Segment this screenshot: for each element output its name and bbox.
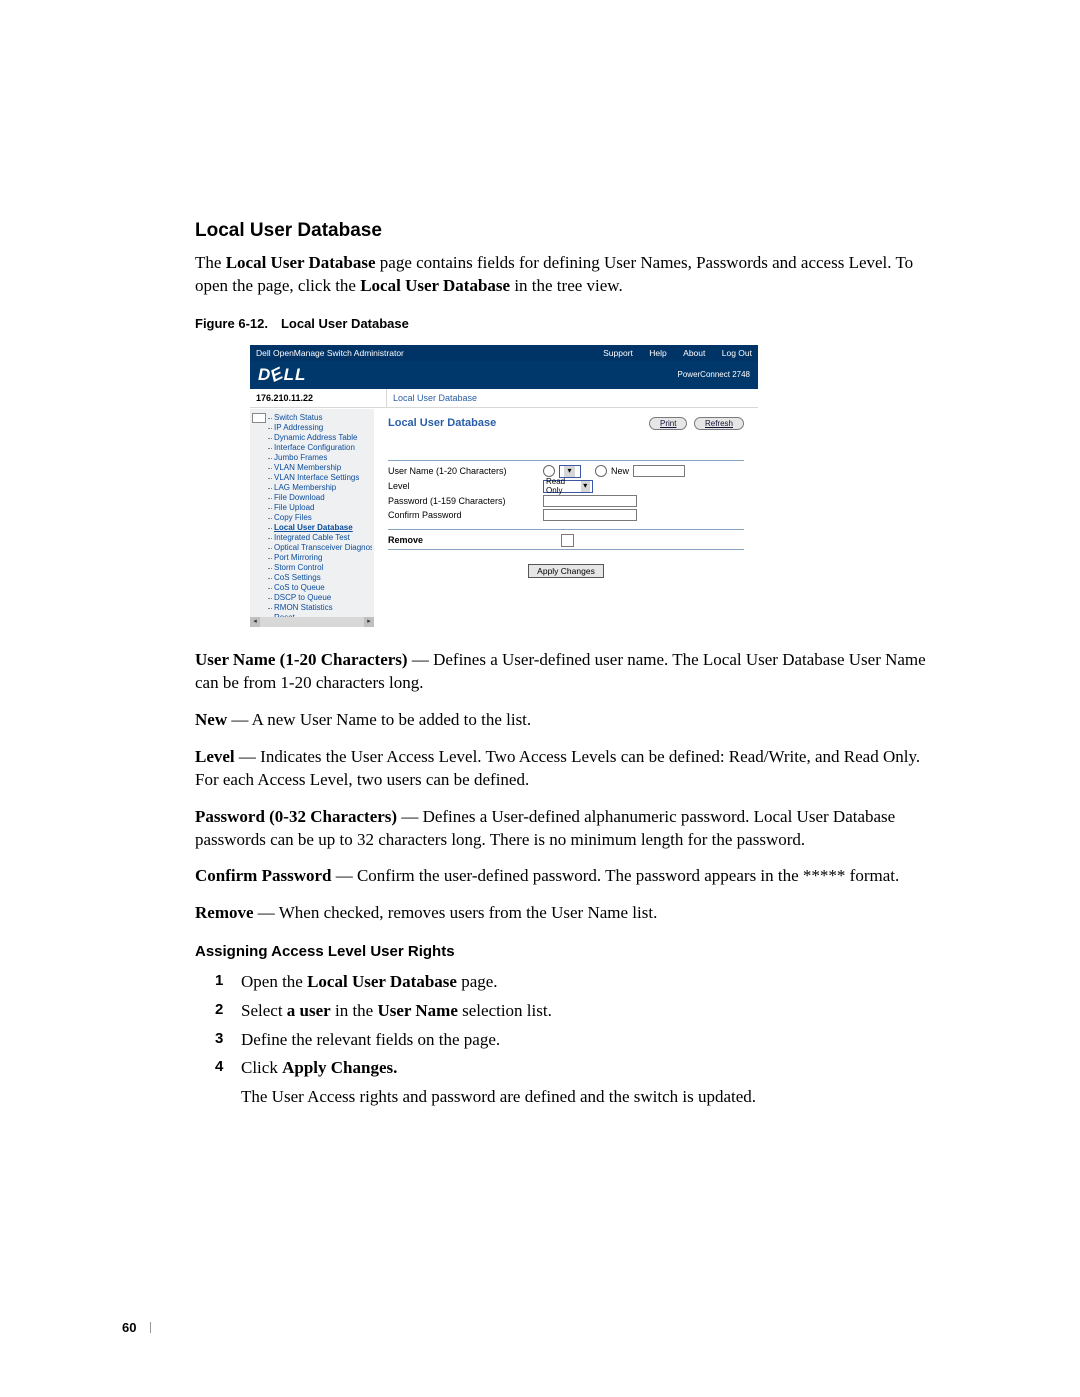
procedure-heading: Assigning Access Level User Rights: [195, 943, 940, 960]
dell-logo: DELL: [258, 365, 306, 385]
step-item: Select a user in the User Name selection…: [215, 999, 940, 1024]
field-definition: New — A new User Name to be added to the…: [195, 709, 940, 732]
tree-item[interactable]: RMON Statistics: [268, 603, 372, 613]
print-button[interactable]: Print: [649, 417, 687, 430]
section-heading: Local User Database: [195, 220, 940, 242]
tree-item[interactable]: Jumbo Frames: [268, 453, 372, 463]
confirm-password-label: Confirm Password: [388, 510, 543, 520]
step-item: Define the relevant fields on the page.: [215, 1028, 940, 1053]
tree-item[interactable]: CoS to Queue: [268, 583, 372, 593]
step-item: Click Apply Changes.: [215, 1056, 940, 1081]
tree-item[interactable]: IP Addressing: [268, 423, 372, 433]
procedure-result: The User Access rights and password are …: [241, 1087, 940, 1107]
password-input[interactable]: [543, 495, 637, 507]
username-select[interactable]: ▾: [559, 465, 581, 478]
link-support[interactable]: Support: [603, 348, 633, 358]
embedded-screenshot: Dell OpenManage Switch Administrator Sup…: [250, 345, 758, 627]
app-titlebar: Dell OpenManage Switch Administrator Sup…: [250, 345, 758, 361]
link-about[interactable]: About: [683, 348, 705, 358]
refresh-button[interactable]: Refresh: [694, 417, 744, 430]
breadcrumb: Local User Database: [387, 389, 483, 407]
username-new-input[interactable]: [633, 465, 685, 477]
tree-item[interactable]: Integrated Cable Test: [268, 533, 372, 543]
apply-changes-button[interactable]: Apply Changes: [528, 564, 604, 578]
step-item: Open the Local User Database page.: [215, 970, 940, 995]
link-logout[interactable]: Log Out: [722, 348, 752, 358]
nav-tree[interactable]: Switch StatusIP AddressingDynamic Addres…: [250, 409, 374, 627]
figure-caption: Figure 6-12. Local User Database: [195, 316, 940, 331]
password-label: Password (1-159 Characters): [388, 496, 543, 506]
username-label: User Name (1-20 Characters): [388, 466, 543, 476]
procedure-steps: Open the Local User Database page. Select…: [215, 970, 940, 1081]
tree-item[interactable]: VLAN Membership: [268, 463, 372, 473]
tree-item[interactable]: Storm Control: [268, 563, 372, 573]
tree-item[interactable]: Port Mirroring: [268, 553, 372, 563]
device-ip: 176.210.11.22: [250, 389, 387, 407]
intro-paragraph: The Local User Database page contains fi…: [195, 252, 940, 298]
tree-item[interactable]: Local User Database: [268, 523, 372, 533]
app-title: Dell OpenManage Switch Administrator: [256, 348, 404, 358]
tree-item[interactable]: VLAN Interface Settings: [268, 473, 372, 483]
brand-bar: DELL PowerConnect 2748: [250, 361, 758, 389]
new-label: New: [611, 466, 629, 476]
page-footer: 60: [122, 1320, 157, 1335]
tree-item[interactable]: File Upload: [268, 503, 372, 513]
document-page: Local User Database The Local User Datab…: [0, 0, 1080, 1397]
tree-item[interactable]: Switch Status: [268, 413, 372, 423]
model-label: PowerConnect 2748: [678, 370, 751, 379]
tree-root-icon: [252, 413, 266, 423]
field-definition: Level — Indicates the User Access Level.…: [195, 746, 940, 792]
page-number: 60: [122, 1320, 136, 1335]
tree-scrollbar[interactable]: ◂▸: [250, 617, 374, 627]
tree-item[interactable]: Optical Transceiver Diagnostics: [268, 543, 372, 553]
username-new-radio[interactable]: [595, 465, 607, 477]
link-help[interactable]: Help: [649, 348, 666, 358]
breadcrumb-row: 176.210.11.22 Local User Database: [250, 389, 758, 408]
tree-item[interactable]: File Download: [268, 493, 372, 503]
field-definition: User Name (1-20 Characters) — Defines a …: [195, 649, 940, 695]
field-definition: Confirm Password — Confirm the user-defi…: [195, 865, 940, 888]
content-title: Local User Database: [388, 417, 496, 429]
tree-item[interactable]: LAG Membership: [268, 483, 372, 493]
username-existing-radio[interactable]: [543, 465, 555, 477]
tree-item[interactable]: Dynamic Address Table: [268, 433, 372, 443]
content-pane: Local User Database Print Refresh User N…: [374, 409, 758, 627]
level-label: Level: [388, 481, 543, 491]
remove-checkbox[interactable]: [561, 534, 574, 547]
remove-label: Remove: [388, 535, 543, 545]
confirm-password-input[interactable]: [543, 509, 637, 521]
field-definition: Remove — When checked, removes users fro…: [195, 902, 940, 925]
header-links: Support Help About Log Out: [589, 348, 752, 358]
level-select[interactable]: Read Only ▾: [543, 480, 593, 493]
tree-item[interactable]: Copy Files: [268, 513, 372, 523]
tree-item[interactable]: CoS Settings: [268, 573, 372, 583]
field-definition: Password (0-32 Characters) — Defines a U…: [195, 806, 940, 852]
tree-item[interactable]: Interface Configuration: [268, 443, 372, 453]
tree-item[interactable]: DSCP to Queue: [268, 593, 372, 603]
